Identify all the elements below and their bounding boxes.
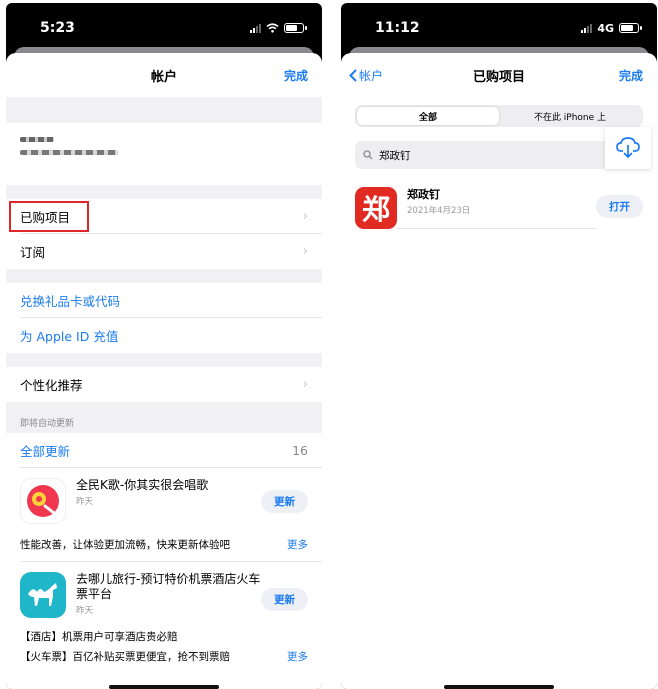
phone-account: 5:23 帐户 完成 已购项目 › 订阅 › 兑换礼品卡或代码 为 Apple …: [6, 3, 322, 689]
app-date: 昨天: [76, 606, 94, 616]
row-subscriptions-label: 订阅: [20, 245, 46, 260]
search-input[interactable]: 郑政钉: [355, 141, 643, 169]
status-icons: [250, 23, 307, 33]
status-bar: 5:23: [6, 3, 322, 53]
release-note: 性能改善，让体验更加流畅，快来更新体验吧: [20, 538, 230, 551]
signal-icon: [250, 23, 261, 33]
battery-icon: [284, 23, 307, 33]
chevron-left-icon: [349, 68, 357, 82]
release-notes: 性能改善，让体验更加流畅，快来更新体验吧 更多: [6, 534, 322, 554]
cloud-download-icon: [616, 137, 640, 159]
app-icon-glyph: 郑: [361, 193, 390, 226]
status-time: 11:12: [375, 20, 420, 36]
row-personalized-label: 个性化推荐: [20, 378, 83, 393]
status-bar: 11:12 4G: [341, 3, 657, 53]
update-all-button[interactable]: 全部更新: [20, 441, 70, 460]
search-value: 郑政钉: [379, 149, 411, 162]
segmented-control: 全部 不在此 iPhone 上: [355, 105, 643, 127]
row-add-funds-label: 为 Apple ID 充值: [20, 329, 119, 344]
row-subscriptions[interactable]: 订阅 ›: [6, 234, 322, 269]
done-button[interactable]: 完成: [619, 67, 643, 84]
phone-purchased: 11:12 4G 帐户 已购项目 完成 全部 不在此 iPhone 上 郑政钉 …: [341, 3, 657, 689]
update-button[interactable]: 更新: [261, 490, 308, 513]
network-type: 4G: [597, 21, 614, 35]
row-update-all: 全部更新 16: [6, 433, 322, 468]
chevron-right-icon: ›: [302, 244, 308, 259]
search-row: 郑政钉: [355, 127, 651, 169]
app-name: 去哪儿旅行-预订特价机票酒店火车票平台: [76, 572, 261, 601]
app-name: 郑政钉: [407, 188, 440, 201]
more-link[interactable]: 更多: [287, 537, 308, 552]
page-title: 已购项目: [472, 69, 525, 85]
account-name-redacted: [20, 137, 54, 142]
back-button[interactable]: 帐户: [349, 67, 383, 84]
release-notes: 【酒店】机票用户可享酒店贵必赔: [6, 626, 322, 646]
account-info[interactable]: [6, 123, 322, 185]
search-icon: [363, 150, 373, 160]
status-icons: 4G: [581, 21, 642, 35]
highlight-annotation: [9, 201, 89, 232]
app-date: 2021年4月23日: [407, 206, 471, 216]
cloud-download-button[interactable]: [605, 127, 651, 169]
release-note: 【火车票】百亿补贴买票更便宜，抢不到票赔: [20, 650, 230, 663]
home-indicator[interactable]: [444, 685, 554, 689]
karaoke-app-icon[interactable]: [20, 478, 66, 524]
update-count: 16: [292, 443, 308, 458]
account-sheet: 帐户 完成 已购项目 › 订阅 › 兑换礼品卡或代码 为 Apple ID 充值…: [6, 53, 322, 689]
back-label: 帐户: [359, 68, 384, 83]
row-redeem-label: 兑换礼品卡或代码: [20, 294, 121, 309]
purchased-sheet: 帐户 已购项目 完成 全部 不在此 iPhone 上 郑政钉 郑 郑政钉 202…: [341, 53, 657, 689]
divider: [6, 97, 322, 123]
home-indicator[interactable]: [109, 685, 219, 689]
zhengzhengding-app-icon[interactable]: 郑: [355, 187, 397, 229]
divider: [6, 185, 322, 199]
release-note: 【酒店】机票用户可享酒店贵必赔: [20, 630, 178, 643]
row-add-funds[interactable]: 为 Apple ID 充值: [6, 318, 322, 353]
signal-icon: [581, 23, 593, 33]
row-purchased[interactable]: 已购项目 ›: [6, 199, 322, 234]
done-button[interactable]: 完成: [284, 67, 308, 84]
app-date: 昨天: [76, 497, 94, 507]
page-title: 帐户: [150, 69, 177, 85]
divider: [6, 353, 322, 367]
list-item: 郑 郑政钉 2021年4月23日 打开: [341, 173, 657, 229]
list-item: 去哪儿旅行-预订特价机票酒店火车票平台 昨天 更新: [6, 562, 322, 618]
more-link[interactable]: 更多: [287, 649, 308, 664]
list-item: 全民K歌-你其实很会唱歌 昨天 更新: [6, 468, 322, 524]
section-caption: 即将自动更新: [6, 402, 322, 433]
chevron-right-icon: ›: [302, 377, 308, 392]
update-button[interactable]: 更新: [261, 588, 308, 611]
open-button[interactable]: 打开: [596, 195, 643, 218]
nav-bar: 帐户 已购项目 完成: [341, 53, 657, 97]
release-notes: 【火车票】百亿补贴买票更便宜，抢不到票赔 更多: [6, 646, 322, 666]
wifi-icon: [266, 23, 279, 33]
qunar-app-icon[interactable]: [20, 572, 66, 618]
divider: [6, 269, 322, 283]
segment-all[interactable]: 全部: [357, 107, 499, 125]
status-time: 5:23: [40, 20, 75, 36]
account-email-redacted: [20, 150, 118, 155]
battery-icon: [619, 23, 642, 33]
row-redeem[interactable]: 兑换礼品卡或代码: [6, 283, 322, 318]
nav-bar: 帐户 完成: [6, 53, 322, 97]
row-personalized[interactable]: 个性化推荐 ›: [6, 367, 322, 402]
app-name: 全民K歌-你其实很会唱歌: [76, 478, 209, 492]
chevron-right-icon: ›: [302, 209, 308, 224]
segment-not-on-device[interactable]: 不在此 iPhone 上: [499, 107, 641, 125]
